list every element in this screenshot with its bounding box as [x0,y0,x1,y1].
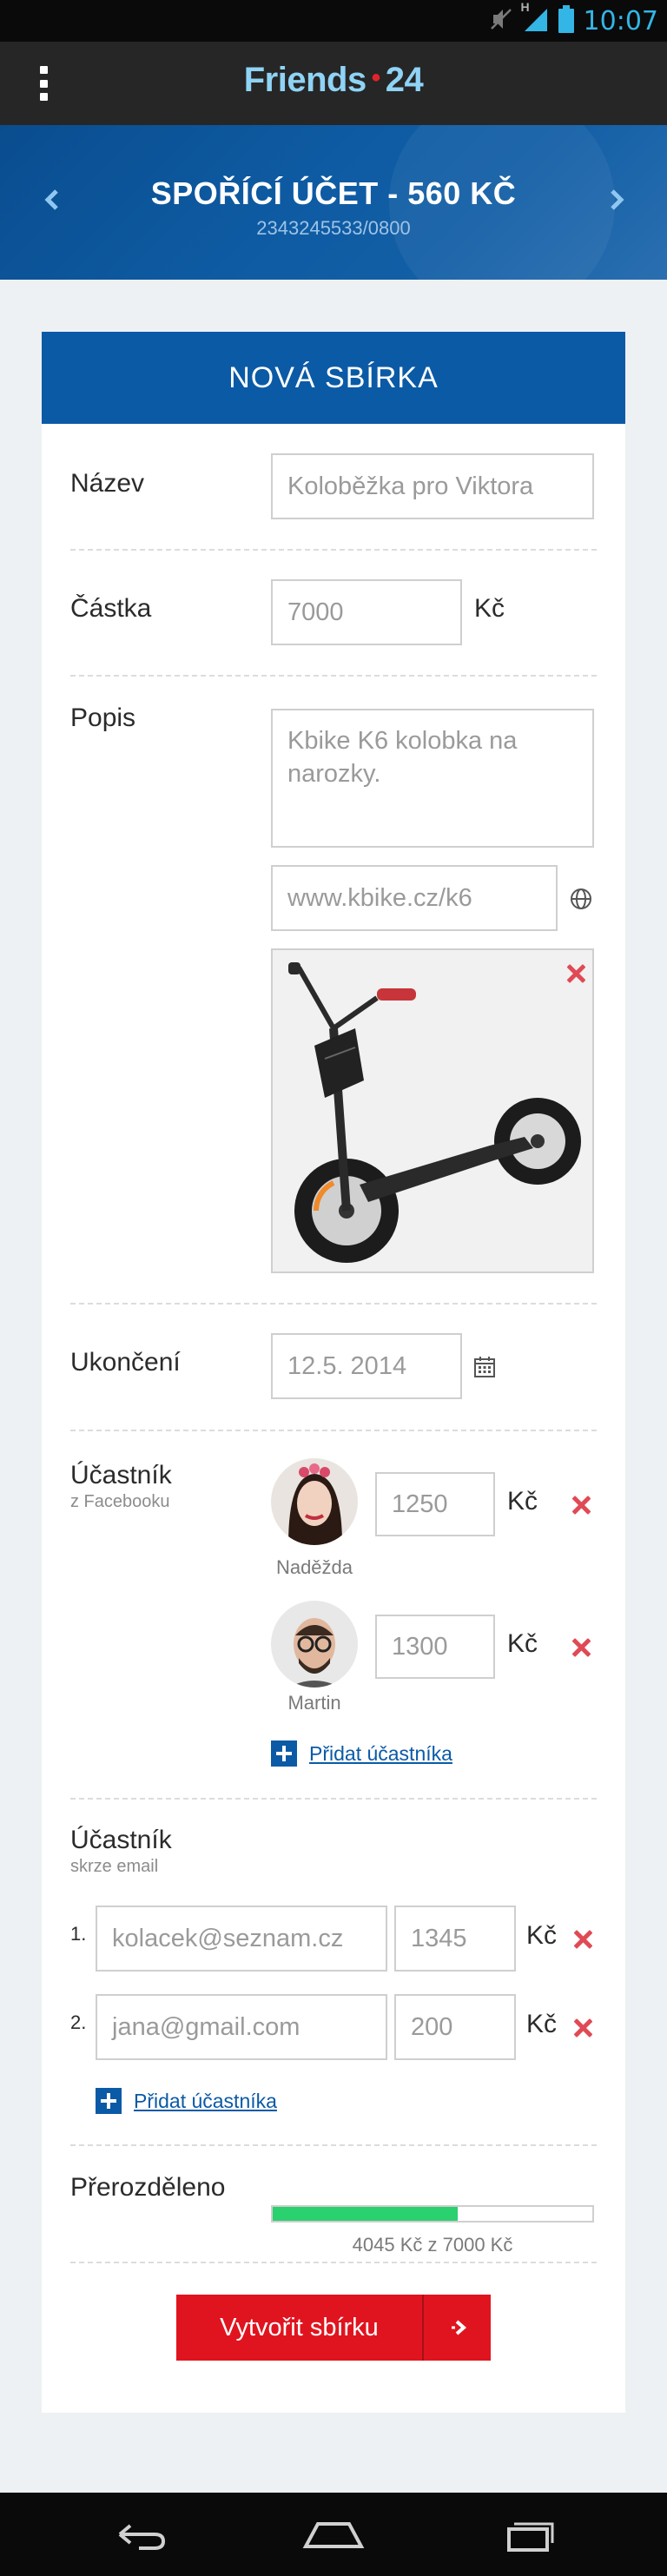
fb-participant-sublabel: z Facebooku [70,1492,170,1511]
system-nav-bar [0,2493,667,2576]
participant-amount-input[interactable]: 1300 [375,1615,495,1679]
home-icon[interactable] [299,2515,368,2553]
close-icon[interactable] [566,964,585,983]
app-logo: Friends • 24 [0,61,667,100]
status-time: 10:07 [583,5,658,36]
calendar-icon[interactable] [472,1355,497,1379]
email-participant-sublabel: skrze email [70,1857,159,1876]
amount-label: Částka [70,594,152,623]
row-index: 2. [70,2011,87,2033]
participant-currency: Kč [507,1629,538,1658]
arrow-right-icon [424,2315,491,2341]
app-bar: Friends • 24 [0,42,667,125]
divider [70,1798,597,1800]
create-collection-button[interactable]: Vytvořit sbírku [176,2295,491,2361]
avatar [271,1601,358,1688]
status-bar: H 10:07 [0,0,667,42]
distributed-label: Přerozděleno [70,2173,226,2202]
add-email-participant-button[interactable]: Přidat účastníka [96,2088,277,2114]
link-input[interactable]: www.kbike.cz/k6 [271,865,558,931]
progress-fill [273,2207,458,2221]
participant-name: Martin [287,1692,341,1714]
amount-input[interactable]: 7000 [271,579,462,645]
divider [70,549,597,551]
add-participant-label[interactable]: Přidat účastníka [309,1742,452,1766]
brand-number: 24 [385,61,424,99]
divider [70,2262,597,2263]
brand-name: Friends [243,61,367,99]
email-amount-input[interactable]: 200 [394,1994,516,2060]
email-amount-input[interactable]: 1345 [394,1906,516,1972]
name-label: Název [70,469,145,498]
close-icon[interactable] [571,1496,591,1515]
participant-name: Naděžda [275,1556,353,1578]
plus-icon [271,1740,297,1767]
amount-currency: Kč [474,594,505,623]
email-participant-label: Účastník [70,1826,172,1854]
email-input[interactable]: jana@gmail.com [96,1994,387,2060]
divider [70,1303,597,1305]
distributed-progress-bar [271,2205,594,2223]
end-date-input[interactable]: 12.5. 2014 [271,1333,462,1399]
divider [70,1430,597,1431]
network-type: H [520,0,530,14]
description-label: Popis [70,703,136,732]
scooter-photo [271,948,594,1273]
distributed-text: 4045 Kč z 7000 Kč [352,2234,513,2256]
email-currency: Kč [526,1921,558,1950]
status-icons: H 10:07 [490,0,658,38]
card-heading: NOVÁ SBÍRKA [42,332,625,424]
account-title: SPOŘÍCÍ ÚČET - 560 KČ [150,175,517,211]
email-input[interactable]: kolacek@seznam.cz [96,1906,387,1972]
fb-participant-label: Účastník [70,1461,172,1489]
avatar [271,1458,358,1545]
add-participant-button[interactable]: Přidat účastníka [271,1740,452,1767]
account-number: 2343245533/0800 [256,217,411,239]
divider [70,2144,597,2146]
scooter-image [273,950,592,1271]
close-icon[interactable] [571,1638,591,1657]
globe-icon[interactable] [568,886,594,912]
description-textarea[interactable]: Kbike K6 kolobka na narozky. [271,709,594,848]
brand-dot: • [371,63,381,93]
recents-icon[interactable] [493,2515,563,2553]
mute-icon [490,6,514,36]
name-input[interactable]: Koloběžka pro Viktora [271,453,594,519]
back-icon[interactable] [104,2515,174,2553]
participant-amount-input[interactable]: 1250 [375,1472,495,1536]
close-icon[interactable] [573,2018,592,2038]
close-icon[interactable] [573,1930,592,1949]
create-collection-label: Vytvořit sbírku [220,2313,379,2342]
participant-currency: Kč [507,1487,538,1516]
signal-icon: H [521,0,549,37]
row-index: 1. [70,1923,87,1945]
plus-icon [96,2088,122,2114]
end-date-label: Ukončení [70,1348,181,1377]
add-participant-label[interactable]: Přidat účastníka [134,2090,277,2113]
new-collection-card: NOVÁ SBÍRKA Název Koloběžka pro Viktora … [42,332,625,2413]
divider [70,675,597,677]
battery-icon [558,4,575,37]
chevron-right-icon[interactable] [599,182,634,217]
email-currency: Kč [526,2010,558,2038]
account-banner: SPOŘÍCÍ ÚČET - 560 KČ 2343245533/0800 [0,125,667,280]
